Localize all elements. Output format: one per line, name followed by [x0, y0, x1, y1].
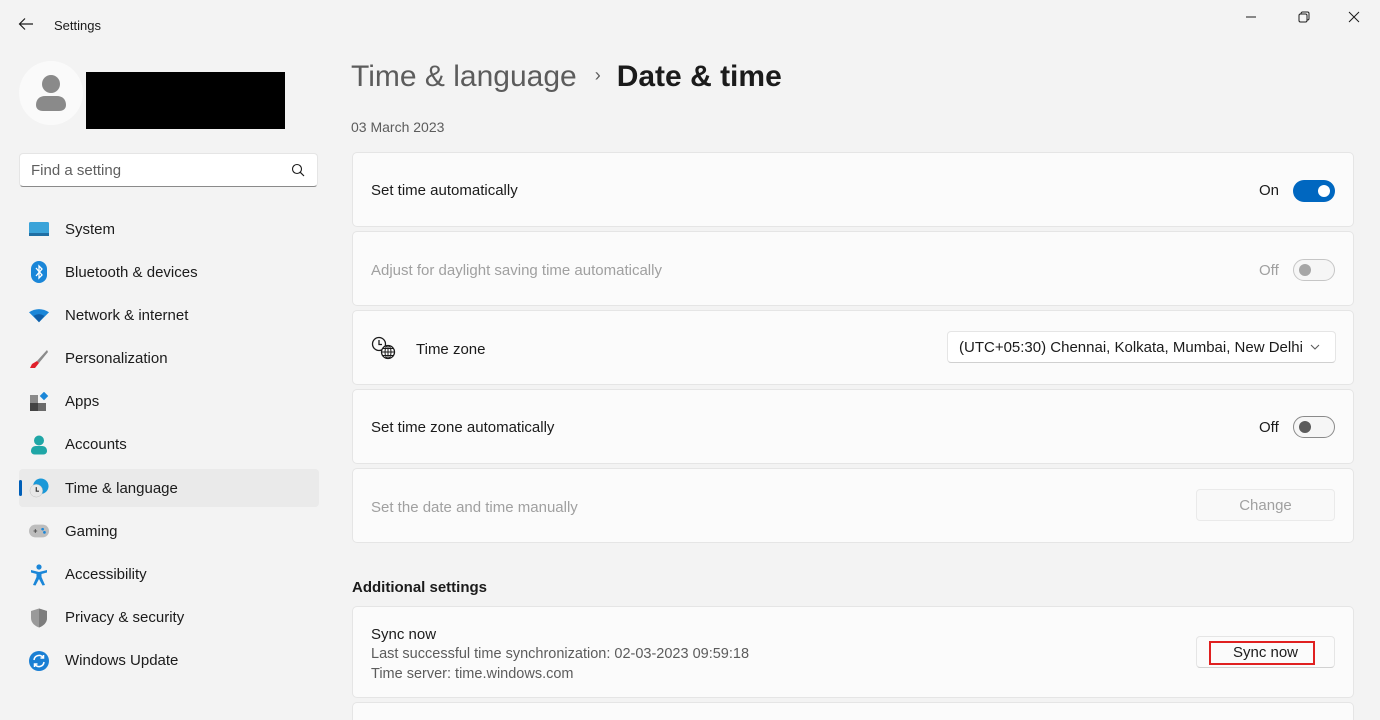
- accessibility-icon: [29, 563, 49, 585]
- breadcrumb-chevron-icon: ›: [594, 64, 601, 85]
- sidebar-item-accounts[interactable]: Accounts: [19, 426, 319, 464]
- restore-icon: [1298, 11, 1310, 23]
- set-time-automatically-toggle[interactable]: [1293, 180, 1335, 202]
- chevron-down-icon: [1310, 344, 1320, 350]
- time-zone-icon: [371, 336, 397, 365]
- sync-now-card: Sync now Last successful time synchroniz…: [352, 606, 1354, 698]
- time-zone-dropdown[interactable]: (UTC+05:30) Chennai, Kolkata, Mumbai, Ne…: [947, 331, 1336, 363]
- toggle-knob: [1299, 264, 1311, 276]
- sidebar-item-label: System: [65, 220, 116, 238]
- time-zone-card: Time zone (UTC+05:30) Chennai, Kolkata, …: [352, 310, 1354, 385]
- sidebar-item-label: Apps: [65, 393, 100, 411]
- set-time-automatically-state: On: [1259, 182, 1280, 199]
- sidebar-item-label: Windows Update: [65, 652, 179, 670]
- sidebar-item-bluetooth[interactable]: Bluetooth & devices: [19, 253, 319, 291]
- set-time-zone-automatically-state: Off: [1259, 419, 1279, 436]
- current-date: 03 March 2023: [351, 119, 445, 135]
- wifi-icon: [29, 305, 49, 325]
- sidebar-item-label: Gaming: [65, 522, 118, 540]
- redacted-user-name: [86, 72, 285, 129]
- additional-settings-heading: Additional settings: [352, 579, 487, 596]
- gamepad-icon: [29, 521, 49, 541]
- toggle-knob: [1318, 185, 1330, 197]
- last-sync-text: Last successful time synchronization: 02…: [371, 646, 750, 662]
- set-time-zone-automatically-label: Set time zone automatically: [371, 419, 555, 436]
- sidebar-item-label: Time & language: [65, 479, 178, 497]
- apps-icon: [29, 391, 49, 412]
- sidebar-item-windows-update[interactable]: Windows Update: [19, 642, 319, 680]
- minimize-icon: [1246, 16, 1256, 18]
- set-date-time-manually-label: Set the date and time manually: [371, 499, 578, 516]
- windows-update-icon: [29, 650, 49, 671]
- sidebar-item-label: Bluetooth & devices: [65, 263, 198, 281]
- minimize-button[interactable]: [1228, 4, 1274, 30]
- breadcrumb: Time & language › Date & time: [351, 60, 782, 94]
- sidebar-item-apps[interactable]: Apps: [19, 383, 319, 421]
- accounts-icon: [29, 435, 49, 455]
- time-server-text: Time server: time.windows.com: [371, 666, 574, 682]
- paintbrush-icon: [29, 349, 49, 369]
- set-time-automatically-label: Set time automatically: [371, 182, 518, 199]
- app-title: Settings: [54, 18, 101, 33]
- sidebar-nav: System Bluetooth & devices Network & int…: [19, 210, 319, 685]
- system-icon: [29, 219, 49, 239]
- sidebar-item-gaming[interactable]: Gaming: [19, 512, 319, 550]
- set-date-time-manually-card: Set the date and time manually Change: [352, 468, 1354, 543]
- bluetooth-icon: [29, 261, 49, 284]
- sidebar-item-label: Accessibility: [65, 566, 147, 583]
- sidebar-item-personalization[interactable]: Personalization: [19, 340, 319, 378]
- close-icon: [1348, 11, 1360, 23]
- sidebar-item-label: Privacy & security: [65, 609, 185, 627]
- daylight-saving-state: Off: [1259, 262, 1279, 279]
- sidebar-item-privacy[interactable]: Privacy & security: [19, 599, 319, 637]
- daylight-saving-toggle[interactable]: [1293, 259, 1335, 281]
- set-time-automatically-card: Set time automatically On: [352, 152, 1354, 227]
- search-icon[interactable]: [291, 163, 305, 177]
- sidebar-item-label: Personalization: [65, 350, 168, 368]
- breadcrumb-parent-link[interactable]: Time & language: [351, 60, 577, 94]
- sync-now-label: Sync now: [371, 626, 437, 643]
- set-time-zone-automatically-card: Set time zone automatically Off: [352, 389, 1354, 464]
- next-card-partial: [352, 702, 1354, 720]
- back-button[interactable]: [14, 12, 38, 36]
- set-time-zone-automatically-toggle[interactable]: [1293, 416, 1335, 438]
- annotation-highlight-box: [1209, 641, 1315, 665]
- toggle-knob: [1299, 421, 1311, 433]
- close-button[interactable]: [1331, 4, 1377, 30]
- time-zone-selected-value: (UTC+05:30) Chennai, Kolkata, Mumbai, Ne…: [959, 339, 1303, 356]
- sidebar-item-label: Accounts: [65, 436, 127, 454]
- sidebar-item-time-language[interactable]: Time & language: [19, 469, 319, 508]
- daylight-saving-card: Adjust for daylight saving time automati…: [352, 231, 1354, 306]
- sidebar-item-accessibility[interactable]: Accessibility: [19, 556, 319, 594]
- sync-now-button[interactable]: Sync now: [1196, 636, 1335, 668]
- shield-icon: [29, 608, 49, 628]
- change-button[interactable]: Change: [1196, 489, 1335, 521]
- sidebar-item-network[interactable]: Network & internet: [19, 296, 319, 334]
- time-zone-label: Time zone: [416, 341, 486, 358]
- daylight-saving-label: Adjust for daylight saving time automati…: [371, 262, 662, 279]
- active-indicator: [19, 480, 22, 497]
- title-bar: Settings: [0, 0, 1380, 50]
- user-avatar-icon: [36, 75, 66, 111]
- search-box[interactable]: [19, 153, 318, 187]
- time-language-icon: [29, 478, 49, 498]
- sidebar-item-label: Network & internet: [65, 306, 189, 324]
- sidebar-item-system[interactable]: System: [19, 210, 319, 248]
- back-arrow-icon: [18, 18, 33, 30]
- restore-button[interactable]: [1281, 4, 1327, 30]
- avatar[interactable]: [19, 61, 83, 125]
- search-input[interactable]: [20, 154, 280, 186]
- page-title: Date & time: [616, 60, 782, 93]
